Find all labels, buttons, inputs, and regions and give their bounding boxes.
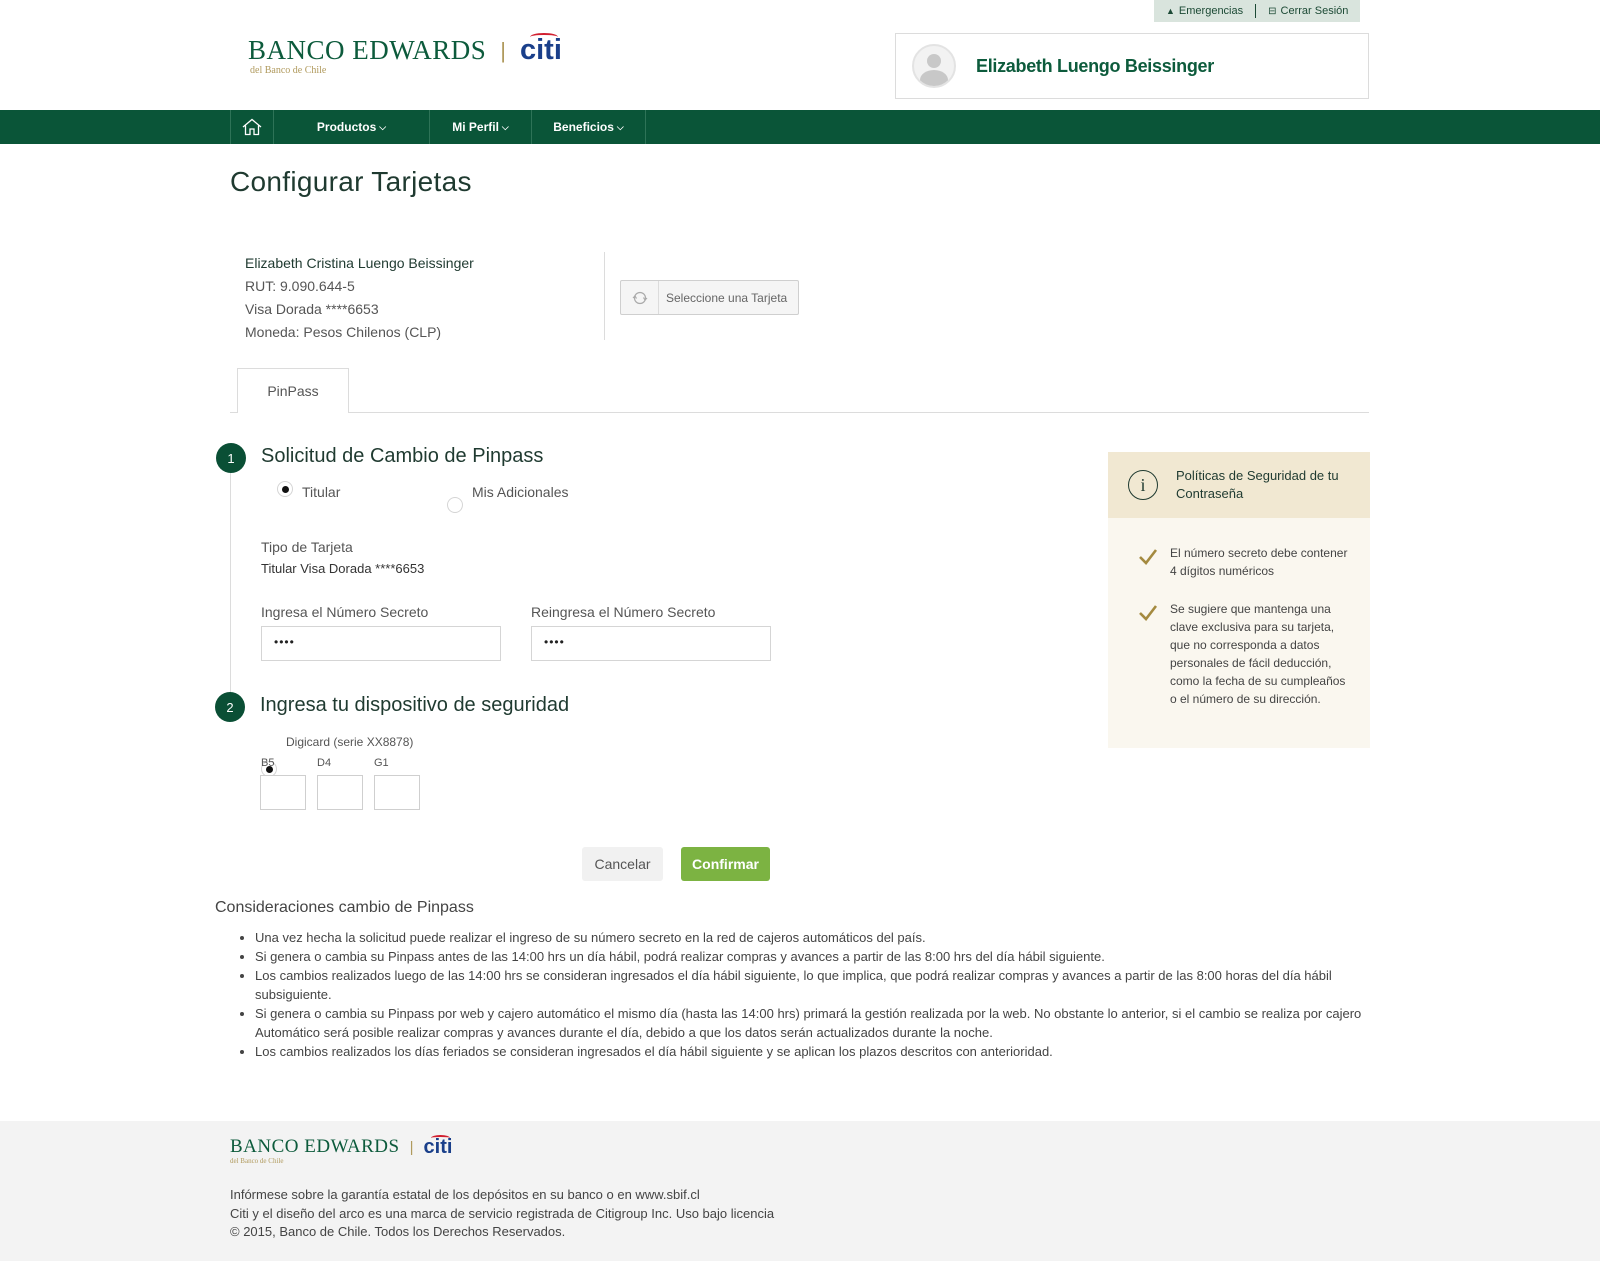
policy-header: i Políticas de Seguridad de tu Contraseñ… [1108, 452, 1370, 518]
footer-text: Infórmese sobre la garantía estatal de l… [230, 1186, 774, 1242]
emergencias-link[interactable]: ▲ Emergencias [1154, 0, 1255, 22]
coord-label-2: D4 [317, 757, 332, 769]
holder-rut: RUT: 9.090.644-5 [245, 278, 355, 294]
info-icon: i [1128, 470, 1158, 500]
logo-bank-name: BANCO EDWARDS [248, 35, 487, 65]
citi-arc-icon [530, 33, 558, 41]
card-info: Elizabeth Cristina Luengo Beissinger RUT… [245, 252, 474, 344]
radio-titular[interactable] [277, 481, 293, 497]
nav-beneficios[interactable]: Beneficios ⌵ [531, 110, 646, 144]
check-icon [1139, 605, 1158, 621]
main-nav: Productos ⌵ Mi Perfil ⌵ Beneficios ⌵ [230, 110, 646, 144]
logo-separator: | [500, 38, 506, 63]
secret-number-input[interactable]: •••• [261, 626, 501, 661]
logo-subtitle: del Banco de Chile [250, 65, 327, 76]
confirm-button[interactable]: Confirmar [681, 847, 770, 881]
tipo-tarjeta-label: Tipo de Tarjeta [261, 539, 353, 555]
holder-name: Elizabeth Cristina Luengo Beissinger [245, 255, 474, 271]
citi-arc-icon [430, 1135, 450, 1141]
chevron-down-icon: ⌵ [379, 121, 387, 132]
logout-icon: ⊟ [1268, 5, 1277, 17]
logo-bank-name: BANCO EDWARDS [230, 1136, 400, 1157]
logo-subtitle: del Banco de Chile [230, 1157, 284, 1165]
radio-mis-adicionales-label: Mis Adicionales [472, 484, 569, 500]
top-links: ▲ Emergencias ⊟ Cerrar Sesión [1154, 0, 1361, 22]
cerrar-sesion-link[interactable]: ⊟ Cerrar Sesión [1256, 0, 1360, 22]
select-card-button[interactable]: Seleccione una Tarjeta [620, 280, 799, 315]
tab-pinpass[interactable]: PinPass [237, 368, 349, 413]
step-1-title: Solicitud de Cambio de Pinpass [261, 445, 544, 467]
chevron-down-icon: ⌵ [501, 121, 509, 132]
page-title: Configurar Tarjetas [230, 166, 472, 197]
card-name: Visa Dorada ****6653 [245, 301, 379, 317]
divider [604, 252, 605, 340]
list-item: Si genera o cambia su Pinpass antes de l… [255, 947, 1370, 966]
step-2-title: Ingresa tu dispositivo de seguridad [260, 694, 570, 716]
secret-number-label: Ingresa el Número Secreto [261, 604, 429, 620]
coord-input-2[interactable] [317, 775, 363, 810]
footer-logo: BANCO EDWARDS del Banco de Chile | citi [230, 1135, 453, 1165]
refresh-card-icon [621, 281, 659, 314]
radio-titular-label: Titular [302, 484, 341, 500]
logo-separator: | [409, 1139, 414, 1156]
nav-home[interactable] [230, 110, 273, 144]
home-icon [242, 118, 262, 136]
radio-mis-adicionales[interactable] [447, 497, 463, 513]
logo-citi: citi [520, 33, 562, 66]
avatar [912, 44, 956, 88]
considerations-list: Una vez hecha la solicitud puede realiza… [235, 928, 1370, 1061]
footer-line: © 2015, Banco de Chile. Todos los Derech… [230, 1224, 566, 1239]
security-policy-panel: i Políticas de Seguridad de tu Contraseñ… [1108, 452, 1370, 748]
policy-item: El número secreto debe contener 4 dígito… [1108, 544, 1370, 580]
nav-mi-perfil[interactable]: Mi Perfil ⌵ [429, 110, 531, 144]
coord-label-3: G1 [374, 757, 389, 769]
policy-item: Se sugiere que mantenga una clave exclus… [1108, 600, 1370, 708]
step-connector [230, 460, 231, 706]
card-currency: Moneda: Pesos Chilenos (CLP) [245, 324, 442, 340]
logo-citi: citi [423, 1135, 453, 1158]
footer-line: Citi y el diseño del arco es una marca d… [230, 1205, 775, 1221]
considerations-title: Consideraciones cambio de Pinpass [215, 899, 474, 916]
check-icon [1139, 549, 1158, 565]
list-item: Si genera o cambia su Pinpass por web y … [255, 1004, 1370, 1042]
cancel-button[interactable]: Cancelar [582, 847, 663, 881]
list-item: Los cambios realizados los días feriados… [255, 1042, 1370, 1061]
user-name: Elizabeth Luengo Beissinger [976, 55, 1214, 76]
list-item: Una vez hecha la solicitud puede realiza… [255, 928, 1370, 947]
coord-label-1: B5 [261, 757, 275, 769]
step-number-1: 1 [216, 443, 246, 473]
footer-line: Infórmese sobre la garantía estatal de l… [230, 1187, 700, 1202]
user-box: Elizabeth Luengo Beissinger [895, 33, 1369, 99]
list-item: Los cambios realizados luego de las 14:0… [255, 966, 1370, 1004]
tipo-tarjeta-value: Titular Visa Dorada ****6653 [261, 561, 425, 576]
digicard-label: Digicard (serie XX8878) [286, 735, 414, 749]
chevron-down-icon: ⌵ [616, 121, 624, 132]
coord-input-1[interactable] [260, 775, 306, 810]
coord-input-3[interactable] [374, 775, 420, 810]
warning-icon: ▲ [1166, 6, 1175, 16]
nav-productos[interactable]: Productos ⌵ [273, 110, 429, 144]
secret-number-confirm-input[interactable]: •••• [531, 626, 771, 661]
policy-title: Políticas de Seguridad de tu Contraseña [1176, 468, 1339, 501]
secret-number-confirm-label: Reingresa el Número Secreto [531, 604, 716, 620]
step-number-2: 2 [215, 692, 245, 722]
bank-logo[interactable]: BANCO EDWARDS del Banco de Chile | citi [248, 33, 562, 76]
tab-bar-line [230, 412, 1369, 413]
